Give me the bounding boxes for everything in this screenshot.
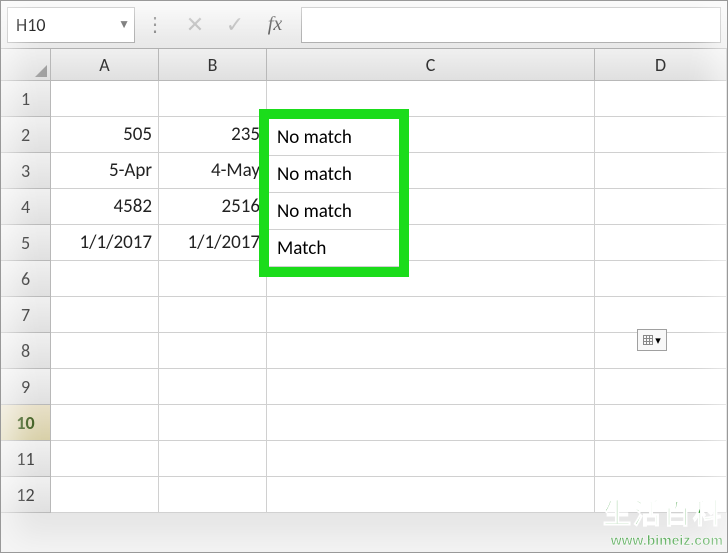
autofill-grid-icon (643, 335, 653, 345)
col-head-C[interactable]: C (267, 49, 595, 81)
watermark: 生活百科 www.bimeiz.com (603, 492, 723, 548)
row-7: 7 (1, 297, 727, 333)
cell[interactable] (51, 405, 159, 441)
watermark-url: www.bimeiz.com (603, 532, 723, 548)
cell[interactable] (159, 297, 267, 333)
formula-bar-separator-icon: ⋮ (145, 12, 165, 37)
row-10: 10 (1, 405, 727, 441)
col-head-D[interactable]: D (595, 49, 727, 81)
name-box[interactable]: H10 ▼ (7, 7, 135, 43)
row-head-12[interactable]: 12 (1, 477, 51, 513)
cell[interactable] (595, 81, 727, 117)
row-11: 11 (1, 441, 727, 477)
cell[interactable]: No match (269, 156, 399, 193)
cell[interactable] (267, 369, 595, 405)
row-9: 9 (1, 369, 727, 405)
name-box-dropdown-icon[interactable]: ▼ (118, 17, 130, 32)
cell[interactable] (51, 261, 159, 297)
insert-function-button[interactable]: fx (255, 7, 295, 43)
cell[interactable] (595, 369, 727, 405)
cell[interactable]: 2516 (159, 189, 267, 225)
cell[interactable] (51, 333, 159, 369)
row-head-6[interactable]: 6 (1, 261, 51, 297)
cell[interactable]: 235 (159, 117, 267, 153)
cell[interactable]: 1/1/2017 (51, 225, 159, 261)
cell[interactable] (595, 261, 727, 297)
cell[interactable] (267, 333, 595, 369)
chevron-down-icon: ▾ (655, 334, 661, 347)
cell[interactable] (267, 405, 595, 441)
cell[interactable]: 4-May (159, 153, 267, 189)
accept-formula-button[interactable]: ✓ (215, 7, 255, 43)
formula-input[interactable] (301, 7, 721, 43)
watermark-title: 生活百科 (603, 492, 723, 532)
row-head-1[interactable]: 1 (1, 81, 51, 117)
row-head-11[interactable]: 11 (1, 441, 51, 477)
row-8: 8 (1, 333, 727, 369)
col-head-B[interactable]: B (159, 49, 267, 81)
cell[interactable] (159, 333, 267, 369)
cell[interactable] (51, 441, 159, 477)
row-head-7[interactable]: 7 (1, 297, 51, 333)
cell[interactable] (51, 477, 159, 513)
cell[interactable] (159, 81, 267, 117)
cell[interactable] (595, 117, 727, 153)
cell[interactable] (595, 225, 727, 261)
cell[interactable]: Match (269, 230, 399, 267)
cell[interactable] (595, 189, 727, 225)
cell[interactable] (159, 477, 267, 513)
cell[interactable] (51, 297, 159, 333)
cell[interactable] (159, 405, 267, 441)
cell[interactable] (595, 405, 727, 441)
row-head-2[interactable]: 2 (1, 117, 51, 153)
cell[interactable]: 1/1/2017 (159, 225, 267, 261)
cell[interactable] (159, 261, 267, 297)
column-header-row: A B C D (1, 49, 727, 81)
highlighted-range-overlay: No match No match No match Match (269, 119, 399, 267)
cancel-formula-button[interactable]: ✕ (175, 7, 215, 43)
col-head-A[interactable]: A (51, 49, 159, 81)
cell[interactable]: 5-Apr (51, 153, 159, 189)
cell[interactable] (159, 441, 267, 477)
name-box-value: H10 (16, 14, 45, 36)
cell[interactable] (51, 81, 159, 117)
cell[interactable] (595, 441, 727, 477)
cell[interactable]: 4582 (51, 189, 159, 225)
row-head-4[interactable]: 4 (1, 189, 51, 225)
row-head-5[interactable]: 5 (1, 225, 51, 261)
cell[interactable] (51, 369, 159, 405)
cell[interactable] (595, 297, 727, 333)
cell[interactable] (267, 441, 595, 477)
cell[interactable] (595, 153, 727, 189)
row-head-8[interactable]: 8 (1, 333, 51, 369)
cell[interactable]: No match (269, 193, 399, 230)
row-head-9[interactable]: 9 (1, 369, 51, 405)
autofill-options-button[interactable]: ▾ (637, 329, 667, 351)
formula-bar-area: H10 ▼ ⋮ ✕ ✓ fx (1, 1, 727, 49)
row-head-10[interactable]: 10 (1, 405, 51, 441)
row-1: 1 (1, 81, 727, 117)
cell[interactable]: 505 (51, 117, 159, 153)
cell[interactable] (159, 369, 267, 405)
spreadsheet-grid: A B C D 1 2 505 235 3 5-Apr 4-May 4 4582… (1, 49, 727, 513)
cell[interactable] (267, 81, 595, 117)
cell[interactable] (267, 297, 595, 333)
select-all-corner[interactable] (1, 49, 51, 81)
cell[interactable]: No match (269, 119, 399, 156)
row-head-3[interactable]: 3 (1, 153, 51, 189)
cell[interactable] (267, 477, 595, 513)
